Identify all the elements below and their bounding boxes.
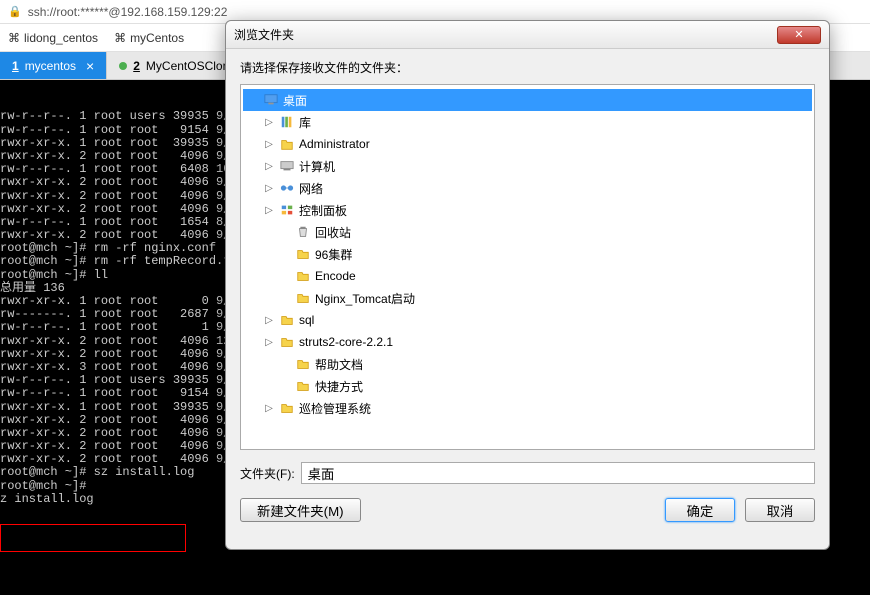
expand-icon[interactable]: ▷ (263, 403, 275, 414)
tree-item[interactable]: 96集群 (243, 243, 812, 265)
bookmark-item[interactable]: ⌘ myCentos (114, 31, 184, 45)
tab-label: MyCentOSClon (146, 59, 229, 73)
tree-item[interactable]: ▷ struts2-core-2.2.1 (243, 331, 812, 353)
folder-name-input[interactable] (301, 462, 815, 484)
tab-number: 2 (133, 59, 140, 73)
expand-icon[interactable]: ▷ (263, 161, 275, 172)
tree-item[interactable]: Encode (243, 265, 812, 287)
tree-item-label: 库 (299, 114, 311, 131)
tab-number: 1 (12, 59, 19, 73)
tree-item[interactable]: ▷ 巡检管理系统 (243, 397, 812, 419)
desktop-icon (263, 93, 279, 107)
tree-item-label: 网络 (299, 180, 323, 197)
folder-field-label: 文件夹(F): (240, 465, 295, 482)
highlight-box (0, 524, 186, 552)
address-text: ssh://root:******@192.168.159.129:22 (28, 5, 228, 19)
folder-icon (279, 335, 295, 349)
browse-folder-dialog: 浏览文件夹 ✕ 请选择保存接收文件的文件夹： 桌面▷库▷Administrato… (225, 20, 830, 550)
close-icon[interactable]: × (86, 58, 94, 74)
expand-icon[interactable]: ▷ (263, 337, 275, 348)
tab-mycentosclon[interactable]: 2 MyCentOSClon (107, 52, 242, 79)
folder-icon (279, 313, 295, 327)
libraries-icon (279, 115, 295, 129)
recycle-icon (295, 225, 311, 239)
tree-item[interactable]: ▷ Administrator (243, 133, 812, 155)
dialog-prompt: 请选择保存接收文件的文件夹： (240, 59, 815, 76)
tree-item[interactable]: Nginx_Tomcat启动 (243, 287, 812, 309)
expand-icon[interactable]: ▷ (263, 315, 275, 326)
tree-item-label: struts2-core-2.2.1 (299, 335, 393, 349)
tab-label: mycentos (25, 59, 76, 73)
network-icon (279, 181, 295, 195)
tree-item-label: sql (299, 313, 314, 327)
dialog-title-text: 浏览文件夹 (234, 26, 294, 43)
folder-icon (295, 291, 311, 305)
tree-item[interactable]: ▷库 (243, 111, 812, 133)
tree-item[interactable]: ▷ 计算机 (243, 155, 812, 177)
tree-item-label: 快捷方式 (315, 378, 363, 395)
folder-tree[interactable]: 桌面▷库▷Administrator▷计算机▷网络▷控制面板回收站96集群Enc… (240, 84, 815, 450)
folder-icon (295, 247, 311, 261)
terminal-icon: ⌘ (114, 31, 126, 45)
tree-item-label: Encode (315, 269, 356, 283)
tree-item[interactable]: 快捷方式 (243, 375, 812, 397)
tree-item[interactable]: ▷ sql (243, 309, 812, 331)
tree-item-label: 96集群 (315, 246, 352, 263)
folder-icon (295, 357, 311, 371)
tree-item-label: 控制面板 (299, 202, 347, 219)
tree-item[interactable]: ▷ 控制面板 (243, 199, 812, 221)
tree-item-label: 帮助文档 (315, 356, 363, 373)
user-icon (279, 137, 295, 151)
control-icon (279, 203, 295, 217)
tree-item-label: 桌面 (283, 92, 307, 109)
new-folder-button[interactable]: 新建文件夹(M) (240, 498, 361, 522)
status-dot-icon (119, 62, 127, 70)
expand-icon[interactable]: ▷ (263, 205, 275, 216)
terminal-icon: ⌘ (8, 31, 20, 45)
tree-item[interactable]: ▷ 网络 (243, 177, 812, 199)
tree-item[interactable]: 回收站 (243, 221, 812, 243)
folder-icon (295, 269, 311, 283)
tree-item-label: 巡检管理系统 (299, 400, 371, 417)
tab-mycentos[interactable]: 1 mycentos × (0, 52, 107, 79)
close-button[interactable]: ✕ (777, 26, 821, 44)
folder-icon (279, 401, 295, 415)
bookmark-label: myCentos (130, 31, 184, 45)
cancel-button[interactable]: 取消 (745, 498, 815, 522)
ok-button[interactable]: 确定 (665, 498, 735, 522)
bookmark-label: lidong_centos (24, 31, 98, 45)
dialog-titlebar[interactable]: 浏览文件夹 ✕ (226, 21, 829, 49)
tree-item-label: Nginx_Tomcat启动 (315, 290, 415, 307)
expand-icon[interactable]: ▷ (263, 183, 275, 194)
tree-item[interactable]: 桌面 (243, 89, 812, 111)
bookmark-item[interactable]: ⌘ lidong_centos (8, 31, 98, 45)
tree-item-label: Administrator (299, 137, 370, 151)
tree-item-label: 回收站 (315, 224, 351, 241)
computer-icon (279, 159, 295, 173)
folder-icon (295, 379, 311, 393)
lock-icon: 🔒 (8, 5, 22, 18)
expand-icon[interactable]: ▷ (263, 139, 275, 150)
tree-item-label: 计算机 (299, 158, 335, 175)
expand-icon[interactable]: ▷ (263, 117, 275, 128)
tree-item[interactable]: 帮助文档 (243, 353, 812, 375)
